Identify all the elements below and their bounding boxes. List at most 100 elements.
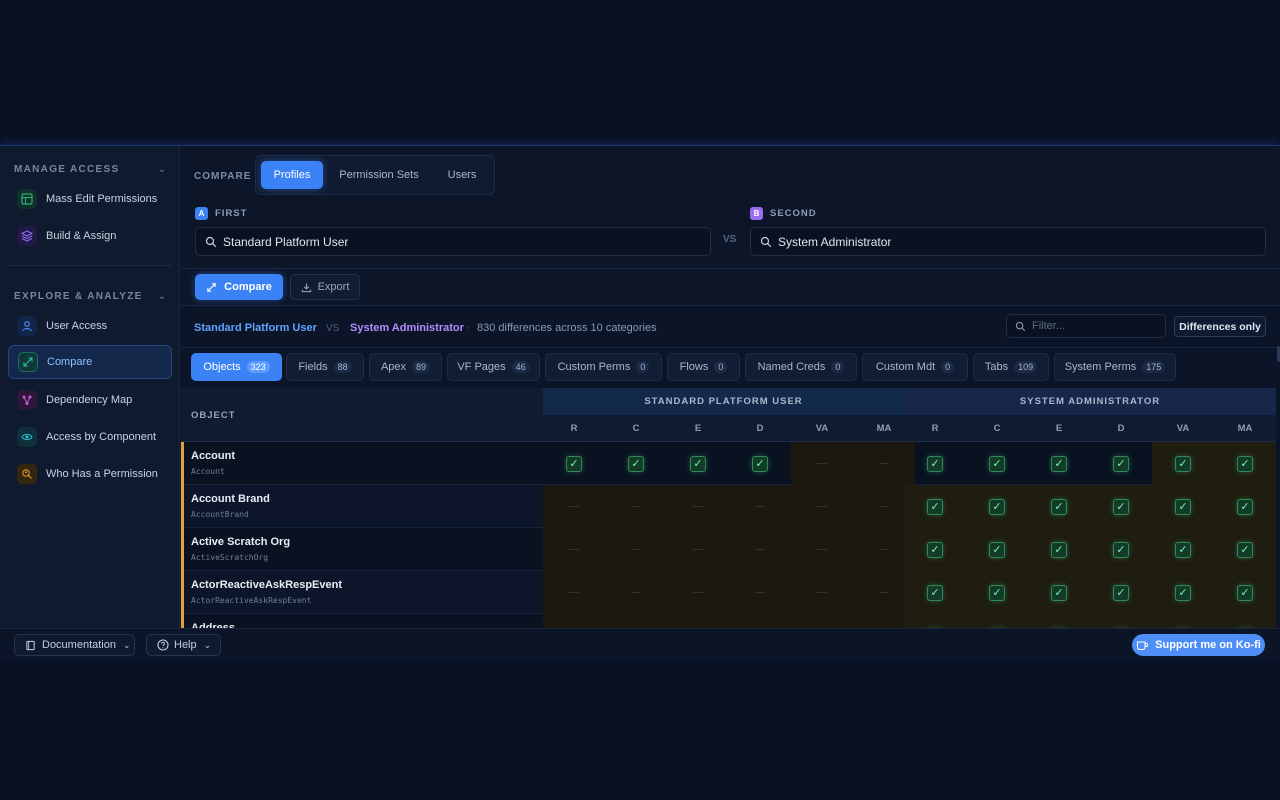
sidebar-section-manage-access[interactable]: MANAGE ACCESS ⌄	[14, 161, 166, 177]
object-name: Account Brand	[191, 493, 270, 505]
table-row[interactable]: Active Scratch Org ActiveScratchOrg ✓ ✓ ✓ ✓ ✓ ✓	[181, 528, 1276, 571]
sidebar-divider	[8, 265, 172, 266]
empty-dash-icon	[569, 592, 579, 593]
table-row[interactable]: Account Account ✓ ✓ ✓ ✓ ✓ ✓ ✓ ✓ ✓ ✓	[181, 442, 1276, 485]
differences-only-toggle[interactable]: Differences only	[1174, 316, 1266, 337]
empty-dash-icon	[879, 592, 889, 593]
object-name: ActorReactiveAskRespEvent	[191, 579, 343, 591]
table-row[interactable]: AddressAddress✓✓✓✓✓✓	[181, 614, 1276, 628]
category-tab-named-creds[interactable]: Named Creds 0	[745, 353, 857, 381]
summary-differences-count: 830 differences across 10 categories	[477, 322, 657, 334]
object-name: Account	[191, 450, 235, 462]
second-label-text: SECOND	[770, 208, 817, 219]
check-icon: ✓	[1237, 584, 1253, 601]
network-icon	[17, 390, 37, 410]
category-count-badge: 89	[412, 361, 431, 373]
perm-cell-a-d	[729, 528, 791, 571]
perm-cell-b-c: ✓	[966, 485, 1028, 528]
sidebar-item-user-access[interactable]: User Access	[8, 309, 172, 343]
check-icon: ✓	[628, 455, 644, 472]
summary-separator: ·	[466, 322, 470, 334]
coffee-cup-icon	[1137, 641, 1149, 651]
check-icon: ✓	[1237, 455, 1253, 472]
empty-dash-icon	[879, 463, 889, 464]
ko-fi-support-button[interactable]: Support me on Ko-fi	[1132, 634, 1265, 656]
sidebar-item-who-has-a-permission[interactable]: Who Has a Permission	[8, 457, 172, 491]
category-tab-custom-perms[interactable]: Custom Perms 0	[545, 353, 662, 381]
group-header-system-administrator: SYSTEM ADMINISTRATOR	[904, 388, 1276, 415]
expand-arrows-icon	[207, 282, 216, 292]
sidebar-item-dependency-map[interactable]: Dependency Map	[8, 383, 172, 417]
section-title: EXPLORE & ANALYZE	[14, 290, 143, 302]
perm-cell-a-c	[605, 528, 667, 571]
perm-col-header-b-ma: MA	[1214, 415, 1276, 442]
check-icon: ✓	[927, 498, 943, 515]
category-tab-label: VF Pages	[457, 361, 506, 373]
perm-cell-b-c: ✓	[966, 614, 1028, 628]
filter-input[interactable]: Filter...	[1006, 314, 1166, 338]
category-tab-custom-mdt[interactable]: Custom Mdt 0	[862, 353, 968, 381]
chevron-down-icon: ⌄	[157, 163, 166, 175]
category-tab-label: Flows	[679, 361, 709, 373]
difference-marker	[181, 485, 184, 528]
category-tab-fields[interactable]: Fields 88	[286, 353, 364, 381]
check-icon: ✓	[1113, 584, 1129, 601]
first-picker-input[interactable]: Standard Platform User	[195, 227, 711, 256]
perm-cell-a-e	[667, 614, 729, 628]
perm-cell-b-ma: ✓	[1214, 485, 1276, 528]
check-icon: ✓	[989, 498, 1005, 515]
mode-users-button[interactable]: Users	[433, 161, 491, 189]
summary-vs: VS	[326, 323, 340, 334]
action-row: Compare Export	[181, 270, 1280, 306]
check-icon: ✓	[1051, 584, 1067, 601]
documentation-button[interactable]: Documentation ⌄	[14, 634, 135, 656]
sidebar-item-label: User Access	[46, 320, 108, 332]
sidebar-item-label: Who Has a Permission	[46, 468, 158, 480]
category-tab-flows[interactable]: Flows 0	[667, 353, 740, 381]
category-tab-label: System Perms	[1064, 361, 1137, 373]
check-icon: ✓	[1237, 498, 1253, 515]
sidebar-item-access-by-component[interactable]: Access by Component	[8, 420, 172, 454]
help-button[interactable]: Help ⌄	[146, 634, 221, 656]
category-tab-label: Apex	[380, 361, 407, 373]
check-icon: ✓	[566, 455, 582, 472]
difference-marker	[181, 571, 184, 614]
perm-cell-b-va: ✓	[1152, 528, 1214, 571]
sidebar-item-build-assign[interactable]: Build & Assign	[8, 219, 172, 253]
category-tab-system-perms[interactable]: System Perms 175	[1054, 353, 1176, 381]
sidebar-item-mass-edit-permissions[interactable]: Mass Edit Permissions	[8, 182, 172, 216]
category-count-badge: 0	[714, 361, 728, 373]
table-row[interactable]: ActorReactiveAskRespEvent ActorReactiveAs…	[181, 571, 1276, 614]
empty-dash-icon	[755, 506, 765, 507]
sidebar-item-label: Access by Component	[46, 431, 157, 443]
export-button[interactable]: Export	[290, 274, 360, 300]
user-icon	[17, 316, 37, 336]
documentation-label: Documentation	[42, 639, 116, 651]
chevron-down-icon: ⌄	[123, 639, 131, 650]
empty-dash-icon	[631, 506, 641, 507]
category-tab-objects[interactable]: Objects 323	[191, 353, 282, 381]
perm-cell-b-e: ✓	[1028, 614, 1090, 628]
book-icon	[26, 640, 35, 650]
empty-dash-icon	[879, 549, 889, 550]
help-circle-icon	[157, 639, 169, 651]
empty-dash-icon	[817, 549, 827, 550]
perm-cell-b-va: ✓	[1152, 485, 1214, 528]
sidebar-section-explore-analyze[interactable]: EXPLORE & ANALYZE ⌄	[14, 288, 166, 304]
mode-profiles-button[interactable]: Profiles	[261, 161, 323, 189]
second-picker-input[interactable]: System Administrator	[750, 227, 1266, 256]
category-tab-apex[interactable]: Apex 89	[369, 353, 442, 381]
sidebar-item-compare[interactable]: Compare	[8, 345, 172, 379]
first-label-text: FIRST	[215, 208, 248, 219]
table-row[interactable]: Account Brand AccountBrand ✓ ✓ ✓ ✓ ✓ ✓	[181, 485, 1276, 528]
perm-cell-a-va	[791, 442, 853, 485]
category-tab-tabs[interactable]: Tabs 109	[973, 353, 1049, 381]
compare-button[interactable]: Compare	[195, 274, 283, 300]
empty-dash-icon	[631, 549, 641, 550]
chevron-down-icon: ⌄	[203, 639, 212, 650]
perm-cell-b-e: ✓	[1028, 528, 1090, 571]
category-count-badge: 0	[831, 361, 845, 373]
category-tab-vf-pages[interactable]: VF Pages 46	[447, 353, 540, 381]
mode-permission-sets-button[interactable]: Permission Sets	[330, 161, 428, 189]
empty-dash-icon	[693, 506, 703, 507]
